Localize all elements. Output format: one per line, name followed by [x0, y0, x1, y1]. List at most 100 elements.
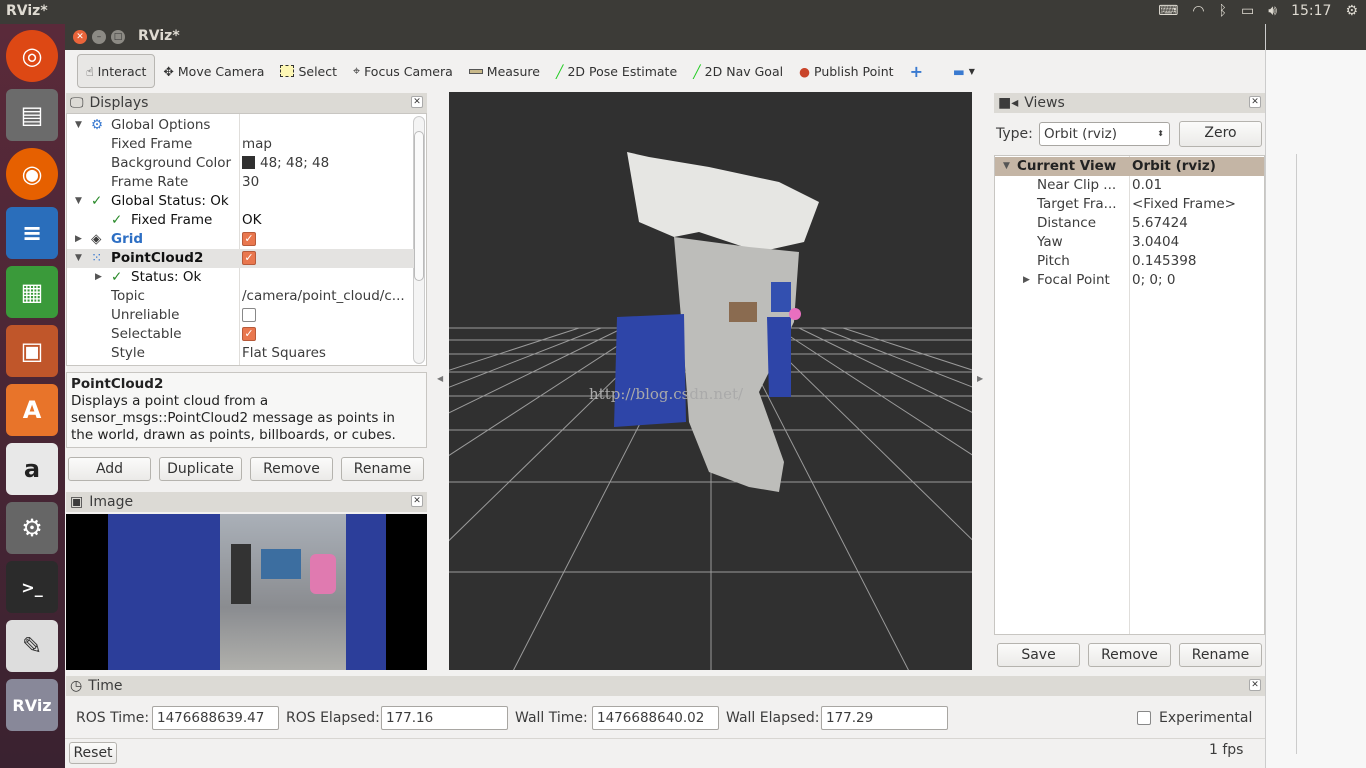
close-icon[interactable]: ✕ — [411, 495, 423, 507]
row-value[interactable]: 48; 48; 48 — [260, 155, 329, 171]
row-value[interactable]: /camera/point_cloud/c... — [242, 287, 405, 306]
unreliable-checkbox[interactable] — [242, 308, 256, 322]
row-value[interactable]: <Fixed Frame> — [1132, 195, 1236, 214]
wifi-icon[interactable]: ◠ — [1192, 3, 1204, 19]
minimize-button[interactable]: – — [92, 30, 106, 44]
displays-tree: ▼ ⚙ Global Options Fixed Frame map Backgrou… — [66, 113, 427, 366]
row-value[interactable]: 3.0404 — [1132, 233, 1179, 252]
collapse-left-icon[interactable]: ◀ — [437, 374, 443, 383]
grid-enabled-checkbox[interactable]: ✓ — [242, 232, 256, 246]
row-value[interactable]: 30 — [242, 173, 259, 192]
tree-row-status[interactable]: ▶ ✓ Status: Ok — [67, 268, 412, 287]
experimental-checkbox[interactable] — [1137, 711, 1151, 725]
files-icon[interactable]: ▤ — [6, 89, 58, 141]
text-editor-icon[interactable]: ✎ — [6, 620, 58, 672]
bluetooth-icon[interactable]: ᛒ — [1219, 3, 1227, 19]
ubuntu-dash-icon[interactable]: ◎ — [6, 30, 58, 82]
row-value[interactable]: 5.67424 — [1132, 214, 1188, 233]
calc-icon[interactable]: ▦ — [6, 266, 58, 318]
scrollbar[interactable] — [413, 116, 425, 364]
tree-row-topic[interactable]: Topic/camera/point_cloud/c... — [67, 287, 412, 306]
2d-nav-goal-tool[interactable]: ╱ 2D Nav Goal — [685, 58, 791, 85]
measure-tool[interactable]: Measure — [461, 58, 548, 85]
row-key: Global Status: Ok — [111, 193, 229, 209]
remove-view-button[interactable]: Remove — [1088, 643, 1171, 667]
row-value[interactable]: map — [242, 135, 272, 154]
view-row-pitch[interactable]: Pitch 0.145398 — [995, 252, 1340, 271]
row-key: Selectable — [111, 326, 182, 342]
view-row-yaw[interactable]: Yaw 3.0404 — [995, 233, 1340, 252]
close-icon[interactable]: ✕ — [411, 96, 423, 108]
tree-row-global-options[interactable]: ▼ ⚙ Global Options — [67, 116, 412, 135]
row-key: Current View — [1017, 158, 1117, 174]
rviz-window: ✕ – □ RViz* ☝ Interact ✥ Move Camera Selec… — [65, 24, 1265, 768]
tree-row-grid[interactable]: ▶ ◈ Grid ✓ — [67, 230, 412, 249]
tree-row-style[interactable]: Style Flat Squares — [67, 344, 412, 363]
settings-icon[interactable]: ⚙ — [6, 502, 58, 554]
tree-row-status-fixed-frame[interactable]: ✓ Fixed Frame OK — [67, 211, 412, 230]
ros-time-field[interactable]: 1476688639.47 — [152, 706, 279, 730]
current-view-row[interactable]: ▼ Current View Orbit (rviz) — [995, 157, 1264, 176]
focus-camera-tool[interactable]: ⌖ Focus Camera — [345, 57, 461, 85]
tree-row-fixed-frame[interactable]: Fixed Frame map — [67, 135, 412, 154]
wall-elapsed-field[interactable]: 177.29 — [821, 706, 948, 730]
duplicate-button[interactable]: Duplicate — [159, 457, 242, 481]
save-view-button[interactable]: Save — [997, 643, 1080, 667]
tree-row-selectable[interactable]: Selectable ✓ — [67, 325, 412, 344]
view-row-distance[interactable]: Distance 5.67424 — [995, 214, 1340, 233]
move-camera-tool[interactable]: ✥ Move Camera — [155, 58, 272, 85]
remove-display-button[interactable]: Remove — [250, 457, 333, 481]
row-value[interactable]: 0.01 — [1132, 176, 1162, 195]
3d-viewport[interactable]: http://blog.csdn.net/ — [449, 92, 972, 670]
tree-row-background-color[interactable]: Background Color 48; 48; 48 — [67, 154, 412, 173]
zero-button[interactable]: Zero — [1179, 121, 1262, 147]
view-row-near-clip[interactable]: Near Clip ... 0.01 — [995, 176, 1340, 195]
pointcloud-enabled-checkbox[interactable]: ✓ — [242, 251, 256, 265]
rviz-icon[interactable]: RViz — [6, 679, 58, 731]
tool-label: Publish Point — [814, 63, 894, 79]
remove-tool-button[interactable]: ▬ ▼ — [945, 58, 983, 85]
wall-time-field[interactable]: 1476688640.02 — [592, 706, 719, 730]
impress-icon[interactable]: ▣ — [6, 325, 58, 377]
writer-icon[interactable]: ≡ — [6, 207, 58, 259]
battery-icon[interactable]: ▭ — [1241, 3, 1254, 19]
publish-point-tool[interactable]: ● Publish Point — [791, 58, 902, 85]
tree-row-pointcloud2[interactable]: ▼ ⁙ PointCloud2 ✓ — [67, 249, 414, 268]
clock[interactable]: 15:17 — [1291, 3, 1331, 19]
close-window-button[interactable]: ✕ — [73, 30, 87, 44]
add-tool-button[interactable]: + — [902, 56, 931, 87]
volume-icon[interactable]: 🔊︎ — [1268, 3, 1277, 19]
row-key: Near Clip ... — [1037, 177, 1117, 193]
rename-display-button[interactable]: Rename — [341, 457, 424, 481]
software-center-icon[interactable]: A — [6, 384, 58, 436]
close-icon[interactable]: ✕ — [1249, 96, 1261, 108]
rename-view-button[interactable]: Rename — [1179, 643, 1262, 667]
view-row-target-frame[interactable]: Target Fra... <Fixed Frame> — [995, 195, 1340, 214]
add-button[interactable]: Add — [68, 457, 151, 481]
view-type-select[interactable]: Orbit (rviz) ⬍ — [1039, 122, 1170, 146]
ros-elapsed-label: ROS Elapsed: — [286, 710, 380, 726]
selectable-checkbox[interactable]: ✓ — [242, 327, 256, 341]
view-row-focal-point[interactable]: ▶ Focal Point 0; 0; 0 — [995, 271, 1340, 290]
row-value[interactable]: 0.145398 — [1132, 252, 1196, 271]
ros-elapsed-field[interactable]: 177.16 — [381, 706, 508, 730]
reset-button[interactable]: Reset — [69, 742, 117, 764]
tree-row-frame-rate[interactable]: Frame Rate 30 — [67, 173, 412, 192]
tree-row-global-status[interactable]: ▼ ✓ Global Status: Ok — [67, 192, 412, 211]
close-icon[interactable]: ✕ — [1249, 679, 1261, 691]
tree-row-unreliable[interactable]: Unreliable — [67, 306, 412, 325]
title-bar: ✕ – □ RViz* — [65, 24, 1265, 50]
2d-pose-estimate-tool[interactable]: ╱ 2D Pose Estimate — [548, 58, 685, 85]
row-value[interactable]: Flat Squares — [242, 344, 326, 363]
firefox-icon[interactable]: ◉ — [6, 148, 58, 200]
select-tool[interactable]: Select — [272, 58, 345, 85]
collapse-right-icon[interactable]: ▶ — [977, 374, 983, 383]
maximize-button[interactable]: □ — [111, 30, 125, 44]
power-icon[interactable]: ⚙ — [1345, 3, 1358, 19]
row-value[interactable]: 0; 0; 0 — [1132, 271, 1175, 290]
amazon-icon[interactable]: a — [6, 443, 58, 495]
tool-label: Focus Camera — [364, 63, 453, 79]
terminal-icon[interactable]: >_ — [6, 561, 58, 613]
interact-tool[interactable]: ☝ Interact — [77, 54, 156, 88]
keyboard-icon[interactable]: ⌨ — [1158, 3, 1178, 19]
